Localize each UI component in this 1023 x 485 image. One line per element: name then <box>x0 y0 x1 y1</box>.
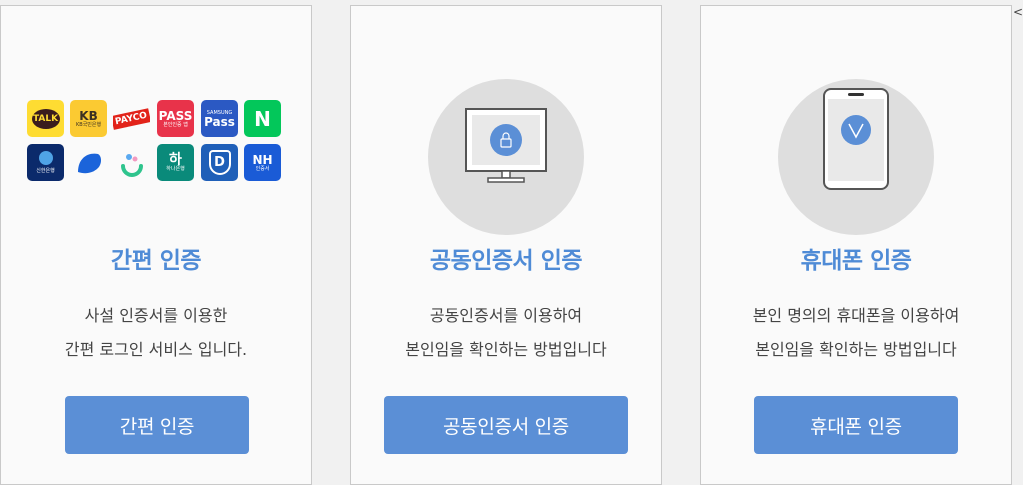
joint-certificate-title: 공동인증서 인증 <box>429 248 583 274</box>
simple-auth-button[interactable]: 간편 인증 <box>65 396 249 454</box>
pass-icon: PASS 본인인증 앱 <box>157 100 194 137</box>
phone-icon-circle <box>778 79 934 235</box>
shinhan-logo-mark <box>38 151 53 165</box>
payco-icon: PAYCO <box>113 100 150 137</box>
monitor-lock-icon <box>465 108 547 183</box>
joint-certificate-button[interactable]: 공동인증서 인증 <box>384 396 628 454</box>
chevron-left-icon[interactable]: < <box>1013 5 1023 19</box>
simple-auth-card: TALK KB KB국민은행 PAYCO PASS 본인인증 앱 SAMSUNG… <box>0 5 312 485</box>
banksalad-icon <box>113 144 150 181</box>
d-shield-icon: D <box>201 144 238 181</box>
kakao-talk-icon: TALK <box>27 100 64 137</box>
shinhan-bank-icon: 신한은행 <box>27 144 64 181</box>
phone-auth-title: 휴대폰 인증 <box>800 248 912 274</box>
joint-certificate-card: 공동인증서 인증 공동인증서를 이용하여 본인임을 확인하는 방법입니다 공동인… <box>350 5 662 485</box>
nh-icon: NH 인증서 <box>244 144 281 181</box>
hana-bank-icon: 하 하나은행 <box>157 144 194 181</box>
phone-auth-button[interactable]: 휴대폰 인증 <box>754 396 958 454</box>
toss-logo-mark <box>77 153 101 173</box>
toss-icon <box>70 144 107 181</box>
naver-icon: N <box>244 100 281 137</box>
phone-auth-card: 휴대폰 인증 본인 명의의 휴대폰을 이용하여 본인임을 확인하는 방법입니다 … <box>700 5 1012 485</box>
joint-certificate-description: 공동인증서를 이용하여 본인임을 확인하는 방법입니다 <box>405 306 607 359</box>
samsung-pass-icon: SAMSUNG Pass <box>201 100 238 137</box>
simple-auth-title: 간편 인증 <box>110 248 202 274</box>
banksalad-logo-mark <box>120 153 143 177</box>
kb-bank-icon: KB KB국민은행 <box>70 100 107 137</box>
phone-auth-description: 본인 명의의 휴대폰을 이용하여 본인임을 확인하는 방법입니다 <box>752 306 960 359</box>
shield-mark: D <box>208 150 231 175</box>
phone-check-icon <box>823 88 889 190</box>
certificate-icon-circle <box>428 79 584 235</box>
simple-auth-description: 사설 인증서를 이용한 간편 로그인 서비스 입니다. <box>64 306 248 359</box>
